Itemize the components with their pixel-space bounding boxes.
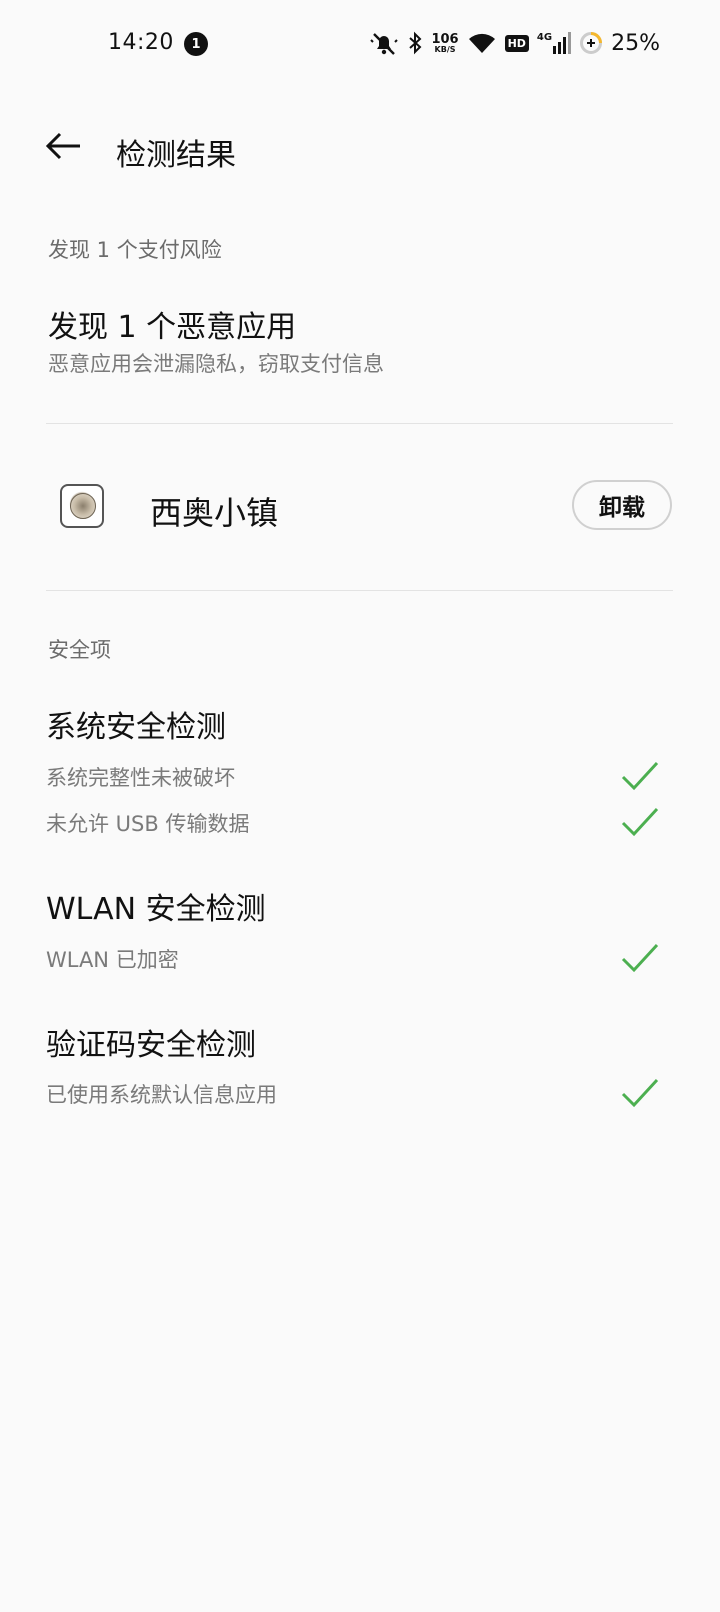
safety-item: 系统完整性未被破坏 <box>46 766 235 790</box>
net-speed-unit: KB/S <box>434 44 456 54</box>
battery-percent: 25% <box>611 30 660 56</box>
back-arrow-icon <box>45 131 82 165</box>
wifi-icon <box>467 31 497 55</box>
check-icon <box>621 807 659 837</box>
hd-badge: HD <box>504 34 529 52</box>
risk-description: 恶意应用会泄漏隐私，窃取支付信息 <box>48 352 384 376</box>
network-type: 4G <box>536 32 553 43</box>
check-icon <box>621 761 659 791</box>
bell-muted-icon <box>369 30 399 56</box>
notification-count-badge: 1 <box>184 32 208 56</box>
safety-group-title: 验证码安全检测 <box>46 1028 256 1063</box>
page-title: 检测结果 <box>116 138 236 173</box>
check-icon <box>621 943 659 973</box>
safety-item: WLAN 已加密 <box>46 948 179 972</box>
safety-section-label: 安全项 <box>48 638 111 662</box>
safety-group-title: WLAN 安全检测 <box>46 892 266 927</box>
net-speed: 106 KB/S <box>431 33 458 54</box>
malicious-app-name: 西奥小镇 <box>150 494 279 532</box>
signal-icon: 4G <box>536 32 572 54</box>
risk-heading: 发现 1 个恶意应用 <box>48 310 297 345</box>
back-button[interactable] <box>44 128 84 168</box>
battery-saver-icon <box>579 31 603 55</box>
bluetooth-icon <box>407 31 423 55</box>
net-speed-value: 106 <box>431 31 459 47</box>
safety-item: 未允许 USB 传输数据 <box>46 812 250 836</box>
divider <box>46 423 673 424</box>
safety-item: 已使用系统默认信息应用 <box>46 1083 277 1107</box>
status-icons: 106 KB/S HD 4G 25% <box>369 28 660 58</box>
risk-section-label: 发现 1 个支付风险 <box>48 238 222 262</box>
status-time: 14:20 <box>108 30 174 55</box>
app-icon <box>60 484 104 528</box>
divider <box>46 590 673 591</box>
safety-group-title: 系统安全检测 <box>46 710 226 745</box>
check-icon <box>621 1078 659 1108</box>
uninstall-button[interactable]: 卸载 <box>572 480 672 530</box>
